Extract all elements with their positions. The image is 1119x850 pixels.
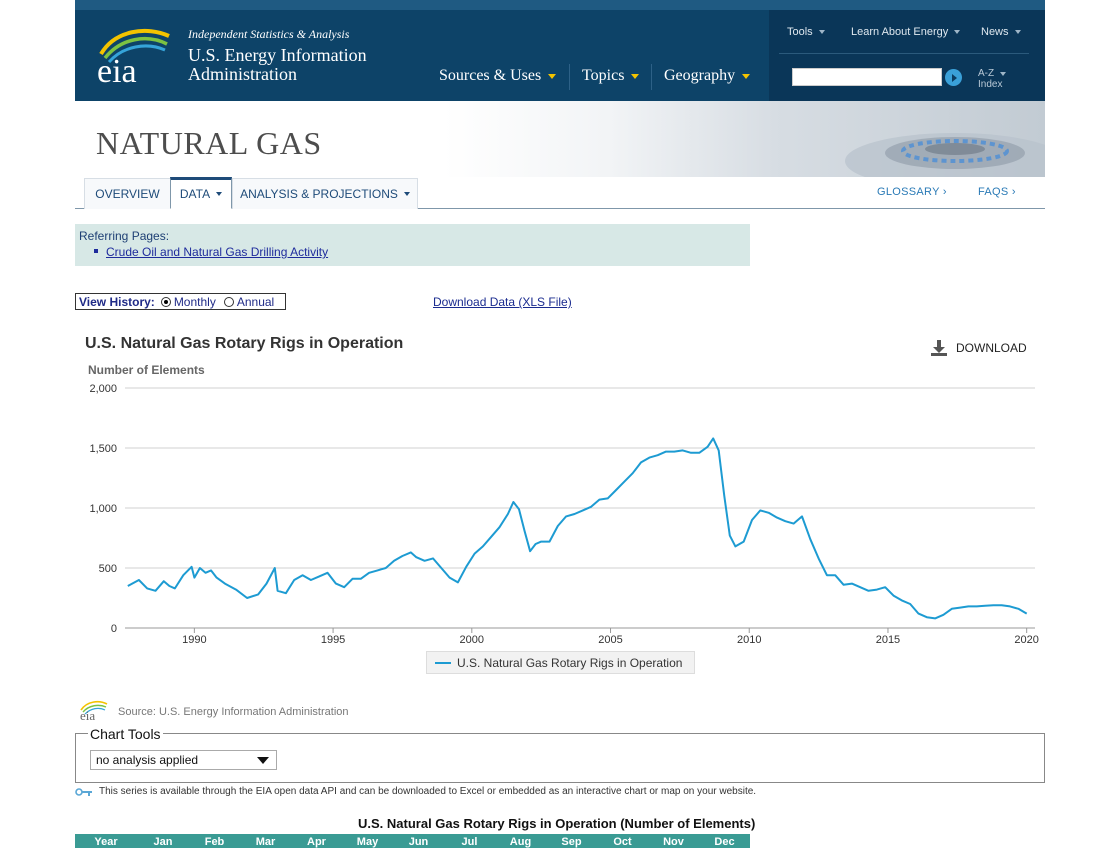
referring-pages-box: Referring Pages: Crude Oil and Natural G… — [75, 224, 750, 266]
search-submit-icon[interactable] — [945, 69, 962, 86]
x-tick-label: 1990 — [182, 634, 206, 646]
nav-sources-uses-label: Sources & Uses — [439, 67, 542, 84]
eia-logo-text: eia — [97, 53, 137, 84]
view-history-label: View History: — [79, 294, 155, 309]
glossary-link[interactable]: GLOSSARY › — [877, 186, 947, 198]
x-tick-label: 1995 — [321, 634, 345, 646]
bullet-icon — [94, 249, 98, 253]
index-label: Index — [978, 79, 1003, 90]
nav-learn-about-energy[interactable]: Learn About Energy — [851, 26, 961, 38]
x-tick-label: 2005 — [598, 634, 622, 646]
referring-page-link[interactable]: Crude Oil and Natural Gas Drilling Activ… — [106, 245, 328, 259]
nav-topics[interactable]: Topics — [582, 67, 640, 85]
chevron-down-icon — [631, 73, 640, 79]
x-tick-label: 2015 — [876, 634, 900, 646]
monthly-radio[interactable] — [160, 296, 171, 307]
section-banner: NATURAL GAS — [75, 101, 1045, 177]
chart-legend[interactable]: U.S. Natural Gas Rotary Rigs in Operatio… — [426, 651, 695, 674]
analysis-select-value: no analysis applied — [96, 753, 199, 767]
api-note: This series is available through the EIA… — [75, 786, 756, 797]
nav-geography-label: Geography — [664, 67, 736, 84]
search-input[interactable] — [792, 68, 942, 86]
header-top-band — [75, 0, 1045, 10]
nav-tools-label: Tools — [787, 26, 813, 38]
annual-label[interactable]: Annual — [237, 295, 274, 309]
chevron-down-icon — [818, 30, 825, 34]
x-tick-label: 2020 — [1014, 634, 1038, 646]
agency-name[interactable]: U.S. Energy Information Administration — [188, 46, 408, 84]
nav-learn-label: Learn About Energy — [851, 26, 949, 38]
page-title: NATURAL GAS — [96, 125, 322, 161]
y-tick-label: 1,500 — [89, 443, 117, 455]
tab-analysis-label: ANALYSIS & PROJECTIONS — [240, 187, 398, 201]
y-tick-label: 0 — [111, 623, 117, 635]
eia-logo[interactable]: eia — [95, 24, 175, 84]
eia-small-logo: eia — [80, 700, 108, 721]
download-icon — [931, 340, 947, 356]
chart-source: Source: U.S. Energy Information Administ… — [118, 706, 349, 718]
x-tick-label: 2010 — [737, 634, 761, 646]
chart-download-button[interactable]: DOWNLOAD — [930, 340, 1027, 356]
agency-name-line2: Administration — [188, 64, 297, 84]
nav-divider — [569, 64, 570, 90]
chart-tools-panel: Chart Tools no analysis applied — [75, 726, 1045, 783]
az-label: A-Z — [978, 68, 1007, 79]
monthly-label[interactable]: Monthly — [174, 295, 216, 309]
small-logo-text: eia — [80, 708, 95, 721]
tab-analysis-projections[interactable]: ANALYSIS & PROJECTIONS — [232, 178, 418, 209]
nav-divider — [651, 64, 652, 90]
chevron-down-icon — [1000, 72, 1007, 76]
key-icon — [75, 787, 92, 796]
tab-data[interactable]: DATA — [170, 177, 232, 209]
tab-overview[interactable]: OVERVIEW — [84, 178, 171, 209]
tagline: Independent Statistics & Analysis — [188, 27, 350, 41]
chart-tools-title: Chart Tools — [88, 726, 163, 742]
az-index-link[interactable]: A-Z Index — [978, 68, 1007, 90]
utility-divider — [779, 53, 1029, 54]
chevron-down-icon — [216, 192, 223, 196]
chevron-down-icon — [742, 73, 751, 79]
agency-name-line1: U.S. Energy Information — [188, 45, 367, 65]
chart-title: U.S. Natural Gas Rotary Rigs in Operatio… — [85, 335, 404, 352]
chart-download-label: DOWNLOAD — [956, 341, 1027, 355]
y-tick-label: 2,000 — [89, 383, 117, 395]
nav-sources-uses[interactable]: Sources & Uses — [439, 67, 557, 85]
legend-swatch — [435, 661, 451, 664]
y-tick-label: 500 — [99, 563, 117, 575]
analysis-select[interactable]: no analysis applied — [90, 750, 277, 770]
series-line — [127, 437, 1028, 620]
api-note-text: This series is available through the EIA… — [99, 786, 757, 797]
nav-tools[interactable]: Tools — [787, 26, 825, 38]
tab-overview-label: OVERVIEW — [95, 187, 160, 201]
chevron-down-icon — [403, 192, 410, 196]
nav-news[interactable]: News — [981, 26, 1021, 38]
chevron-down-icon — [954, 30, 961, 34]
nav-news-label: News — [981, 26, 1009, 38]
download-data-link[interactable]: Download Data (XLS File) — [433, 295, 572, 309]
site-header: eia Independent Statistics & Analysis U.… — [75, 0, 1045, 101]
data-table-title: U.S. Natural Gas Rotary Rigs in Operatio… — [358, 816, 756, 831]
annual-radio[interactable] — [223, 296, 234, 307]
faqs-link[interactable]: FAQS › — [978, 186, 1016, 198]
y-tick-label: 1,000 — [89, 503, 117, 515]
referring-pages-title: Referring Pages: — [79, 229, 170, 243]
view-history-toggle: View History: Monthly Annual — [75, 293, 286, 310]
nav-topics-label: Topics — [582, 67, 625, 84]
chevron-down-icon — [548, 73, 557, 79]
chevron-down-icon — [1014, 30, 1021, 34]
tab-data-label: DATA — [179, 187, 211, 201]
legend-label: U.S. Natural Gas Rotary Rigs in Operatio… — [457, 655, 683, 670]
nav-geography[interactable]: Geography — [664, 67, 751, 85]
line-chart: 0 500 1,000 1,500 2,000 1990 1995 2000 2005 2010 2… — [89, 383, 1038, 646]
x-tick-label: 2000 — [460, 634, 484, 646]
